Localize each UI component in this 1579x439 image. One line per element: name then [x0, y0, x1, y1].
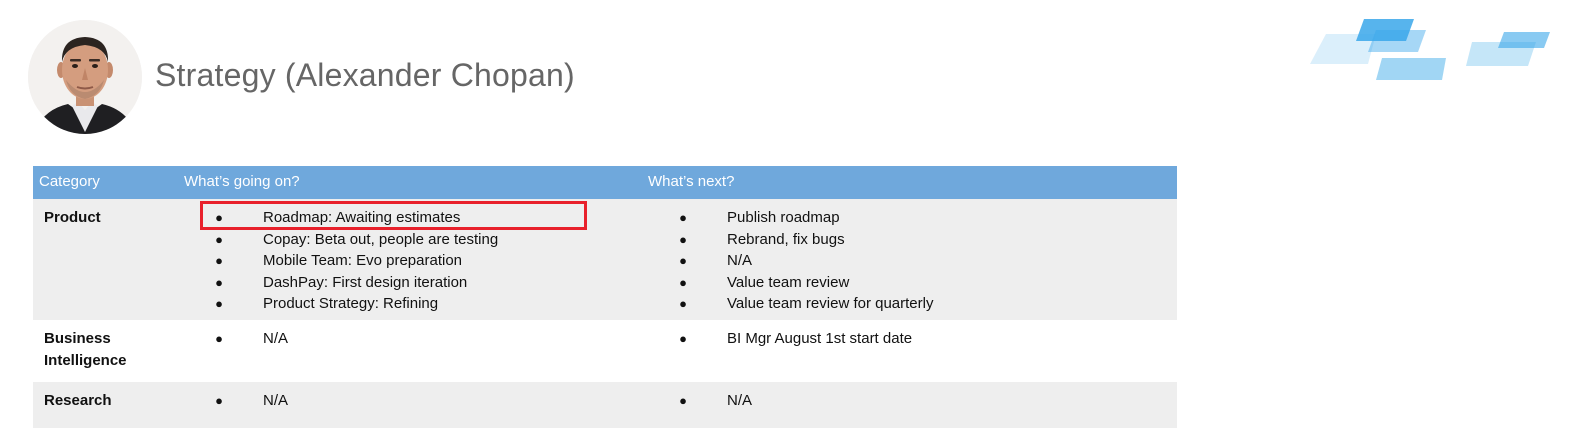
- bullet-icon: ●: [679, 210, 687, 225]
- list-item: ● Value team review for quarterly: [678, 293, 933, 315]
- list-item: ● N/A: [678, 390, 752, 412]
- list-item: ● Value team review: [678, 272, 933, 294]
- list-item: ● DashPay: First design iteration: [214, 272, 498, 294]
- bullet-icon: ●: [679, 296, 687, 311]
- whats-next-list: ● BI Mgr August 1st start date: [678, 328, 912, 350]
- list-item: ● Rebrand, fix bugs: [678, 229, 933, 251]
- list-item-text: N/A: [727, 392, 753, 409]
- bullet-icon: ●: [679, 331, 687, 346]
- bullet-icon: ●: [679, 231, 687, 247]
- column-header-category: Category: [39, 173, 100, 190]
- bullet-icon: ●: [215, 296, 223, 311]
- bullet-icon: ●: [215, 253, 223, 268]
- list-item-text: Product Strategy: Refining: [263, 295, 439, 312]
- list-item: ● Copay: Beta out, people are testing: [214, 229, 498, 251]
- whats-next-list: ● Publish roadmap ● Rebrand, fix bugs ● N/A…: [678, 207, 933, 315]
- whats-going-on-list: ● N/A: [214, 390, 288, 412]
- column-header-whats-next: What’s next?: [648, 173, 735, 190]
- bullet-icon: ●: [215, 231, 223, 247]
- list-item: ● Product Strategy: Refining: [214, 293, 498, 315]
- row-category-label: Business Intelligence: [44, 330, 127, 369]
- list-item-text: Value team review: [727, 273, 850, 291]
- table-header: Category What’s going on? What’s next?: [33, 166, 1177, 199]
- bullet-icon: ●: [679, 393, 687, 408]
- list-item-text: Mobile Team: Evo preparation: [263, 252, 462, 269]
- whats-next-list: ● N/A: [678, 390, 752, 412]
- bullet-icon: ●: [215, 274, 223, 290]
- bullet-icon: ●: [215, 393, 223, 408]
- list-item: ● N/A: [214, 390, 288, 412]
- list-item: ● N/A: [214, 328, 288, 350]
- list-item-text: Copay: Beta out, people are testing: [263, 230, 499, 248]
- bullet-icon: ●: [679, 253, 687, 268]
- list-item: ● Mobile Team: Evo preparation: [214, 250, 498, 272]
- table-row-research: Research ● N/A ● N/A: [33, 382, 1177, 428]
- list-item-text: Value team review for quarterly: [727, 295, 934, 312]
- list-item-text: Publish roadmap: [727, 209, 840, 226]
- list-item: ● Publish roadmap: [678, 207, 933, 229]
- page-title: Strategy (Alexander Chopan): [155, 57, 575, 93]
- bullet-icon: ●: [679, 274, 687, 290]
- list-item-text: Rebrand, fix bugs: [727, 230, 845, 248]
- row-category-label: Product: [44, 209, 101, 226]
- list-item: ● BI Mgr August 1st start date: [678, 328, 912, 350]
- avatar: [28, 20, 142, 134]
- whats-going-on-list: ● N/A: [214, 328, 288, 350]
- list-item-text: N/A: [263, 330, 289, 347]
- list-item-text: N/A: [263, 392, 289, 409]
- list-item-text: N/A: [727, 252, 753, 269]
- row-category-label: Research: [44, 392, 112, 409]
- list-item: ● N/A: [678, 250, 933, 272]
- profile-photo-image: [28, 20, 142, 134]
- brand-logo-icon: [1306, 14, 1556, 86]
- bullet-icon: ●: [215, 331, 223, 346]
- list-item-text: BI Mgr August 1st start date: [727, 330, 913, 347]
- highlight-box: [200, 201, 587, 230]
- table-row-business-intelligence: Business Intelligence ● N/A ● BI Mgr Augus…: [33, 320, 1177, 382]
- column-header-whats-going-on: What’s going on?: [184, 173, 300, 190]
- list-item-text: DashPay: First design iteration: [263, 273, 468, 291]
